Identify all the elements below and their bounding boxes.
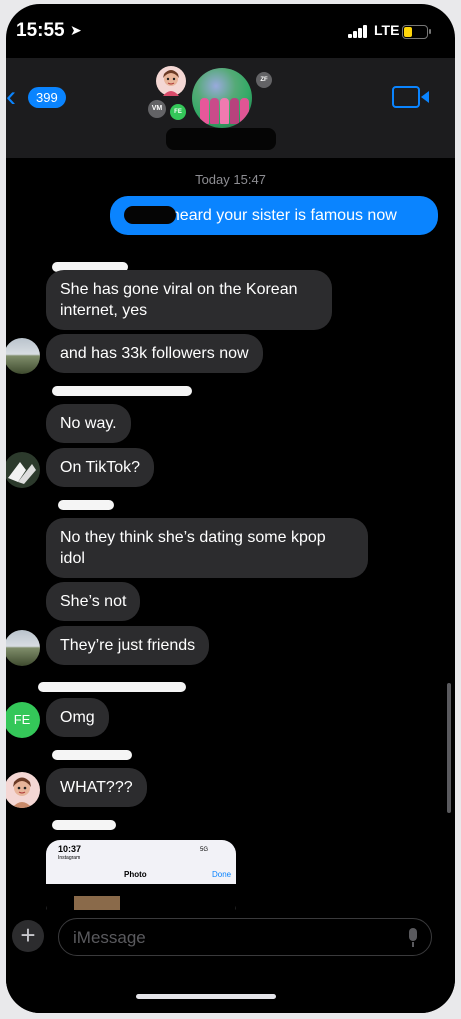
network-label: LTE [374,22,400,38]
contact-avatar[interactable] [6,452,40,488]
message-text: WHAT??? [60,779,133,796]
message-text: They’re just friends [60,637,196,654]
video-call-icon[interactable] [392,86,429,108]
contact-avatar-fe[interactable]: FE [6,702,40,738]
redacted-sender-name [52,750,132,760]
memoji-avatar [156,66,186,96]
redacted-text [124,206,176,224]
status-time: 15:55 [16,20,65,41]
attachment-network: 5G [200,847,209,853]
message-text: No way. [60,415,117,432]
contact-avatar[interactable] [6,630,40,666]
message-text: No they think she’s dating some kpop ido… [60,529,326,567]
input-placeholder: iMessage [73,928,146,947]
redacted-group-name [166,128,276,150]
compose-bar: + iMessage [6,910,455,1013]
group-photo-avatar[interactable] [192,68,252,128]
message-bubble-incoming[interactable]: On TikTok? [46,448,155,487]
message-text: I heard your sister is famous now [162,207,397,224]
message-bubble-incoming[interactable]: They’re just friends [46,626,210,665]
location-arrow-icon: ➤ [70,22,82,38]
imessage-input[interactable]: iMessage [58,918,432,956]
add-attachment-button[interactable]: + [12,920,44,952]
contact-avatar[interactable] [6,772,40,808]
microphone-icon[interactable] [409,928,417,947]
message-text: and has 33k followers now [60,345,249,362]
redacted-sender-name [52,820,116,830]
member-avatar-vm: VM [148,100,166,118]
message-bubble-incoming[interactable]: She’s not [46,582,141,621]
message-text: On TikTok? [60,459,141,476]
redacted-sender-name [38,682,186,692]
message-timestamp: Today 15:47 [195,172,266,187]
message-bubble-incoming[interactable]: and has 33k followers now [46,334,263,373]
member-avatar-zf: ZF [256,72,272,88]
message-bubble-incoming[interactable]: No they think she’s dating some kpop ido… [46,518,368,578]
message-bubble-incoming[interactable]: She has gone viral on the Korean interne… [46,270,332,330]
attachment-app: Instagram [58,855,81,861]
back-chevron-icon[interactable]: ‹ [6,82,16,112]
unread-count-badge[interactable]: 399 [28,87,66,108]
message-text: Omg [60,709,95,726]
attachment-title: Photo [124,870,147,879]
message-text: She’s not [60,593,127,610]
phone-screen: 15:55 ➤ LTE ‹ 399 VM FE ZF Today 15:47 I… [6,4,455,1013]
message-bubble-incoming[interactable]: No way. [46,404,131,443]
attachment-done: Done [212,870,232,879]
battery-icon [402,25,431,39]
contact-avatar[interactable] [6,338,40,374]
screenshot-attachment[interactable]: 10:37 Instagram 5G Photo Done [46,840,236,920]
scroll-indicator [447,683,451,813]
signal-icon [348,24,372,38]
conversation-header: ‹ 399 VM FE ZF [6,58,455,158]
redacted-sender-name [58,500,114,510]
message-bubble-incoming[interactable]: Omg [46,698,109,737]
message-text: She has gone viral on the Korean interne… [60,281,298,319]
member-avatar-fe: FE [170,104,186,120]
message-bubble-incoming[interactable]: WHAT??? [46,768,147,807]
message-list: Today 15:47 I heard your sister is famou… [6,158,455,920]
status-bar: 15:55 ➤ LTE [6,4,455,58]
home-indicator[interactable] [136,994,276,999]
attachment-time: 10:37 [58,844,82,854]
redacted-sender-name [52,386,192,396]
